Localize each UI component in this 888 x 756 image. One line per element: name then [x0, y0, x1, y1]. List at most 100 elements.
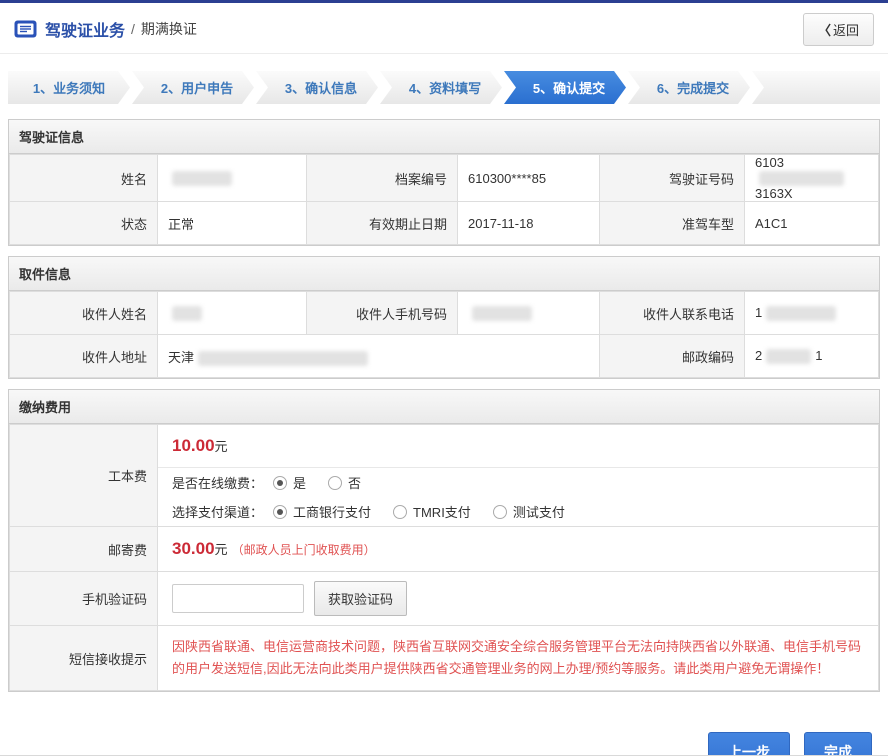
- recipient-mobile-value: [458, 292, 600, 335]
- sms-code-label: 手机验证码: [10, 572, 158, 626]
- table-row: 收件人地址 天津 邮政编码 21: [10, 335, 879, 378]
- radio-selected-icon: [273, 476, 287, 490]
- license-info-table: 姓名 档案编号 610300****85 驾驶证号码 6103 3163X 状态 …: [9, 154, 879, 245]
- sms-tip-label: 短信接收提示: [10, 626, 158, 691]
- table-row: 姓名 档案编号 610300****85 驾驶证号码 6103 3163X: [10, 155, 879, 202]
- mail-fee-amount-row: 30.00元（邮政人员上门收取费用）: [158, 527, 878, 571]
- get-code-button[interactable]: 获取验证码: [314, 581, 407, 616]
- vehicle-class-value: A1C1: [745, 202, 879, 245]
- license-list-icon: [14, 20, 37, 38]
- license-info-section: 驾驶证信息 姓名 档案编号 610300****85 驾驶证号码 6103316…: [8, 119, 880, 246]
- step-1-business-notice: 1、业务须知: [8, 71, 130, 104]
- table-row: 手机验证码 获取验证码: [10, 572, 879, 626]
- postal-code-value: 21: [745, 335, 879, 378]
- back-button[interactable]: 〈返回: [803, 13, 874, 46]
- address-prefix: 天津: [168, 350, 194, 365]
- redacted-value: [172, 306, 202, 321]
- production-fee-label: 工本费: [10, 425, 158, 527]
- payment-fees-section: 缴纳费用 工本费 10.00元 是否在线缴费： 是 否 选择支付渠道： 工商银行…: [8, 389, 880, 692]
- radio-online-no[interactable]: 否: [328, 473, 361, 492]
- table-row: 邮寄费 30.00元（邮政人员上门收取费用）: [10, 527, 879, 572]
- yuan-unit: 元: [215, 439, 228, 454]
- recipient-name-value: [158, 292, 307, 335]
- redacted-value: [198, 351, 368, 366]
- expiry-label: 有效期止日期: [307, 202, 458, 245]
- step-bar-filler: [752, 71, 880, 104]
- status-label: 状态: [10, 202, 158, 245]
- radio-online-yes[interactable]: 是: [273, 473, 306, 492]
- expiry-value: 2017-11-18: [458, 202, 600, 245]
- mail-fee-content: 30.00元（邮政人员上门收取费用）: [158, 527, 879, 572]
- postal-code-label: 邮政编码: [600, 335, 745, 378]
- step-wizard: 1、业务须知 2、用户申告 3、确认信息 4、资料填写 5、确认提交 6、完成提…: [8, 71, 880, 104]
- step-label: 1、业务须知: [33, 78, 105, 97]
- step-label: 6、完成提交: [657, 78, 729, 97]
- redacted-value: [759, 171, 844, 186]
- postal-suffix: 1: [815, 348, 822, 363]
- recipient-address-label: 收件人地址: [10, 335, 158, 378]
- step-label: 5、确认提交: [533, 78, 605, 97]
- radio-label: 否: [348, 473, 361, 492]
- production-fee-amount-row: 10.00元: [158, 425, 878, 468]
- license-number-prefix: 6103: [755, 155, 784, 170]
- step-label: 4、资料填写: [409, 78, 481, 97]
- recipient-phone-label: 收件人联系电话: [600, 292, 745, 335]
- recipient-phone-value: 1: [745, 292, 879, 335]
- radio-label: 测试支付: [513, 502, 565, 521]
- back-button-label: 返回: [833, 23, 859, 38]
- footer-actions: 上一步 完成: [0, 702, 888, 756]
- pickup-info-section: 取件信息 收件人姓名 收件人手机号码 收件人联系电话 1 收件人地址 天津 邮政…: [8, 256, 880, 379]
- previous-step-button[interactable]: 上一步: [708, 732, 790, 756]
- table-row: 短信接收提示 因陕西省联通、电信运营商技术问题，陕西省互联网交通安全综合服务管理…: [10, 626, 879, 691]
- step-label: 3、确认信息: [285, 78, 357, 97]
- radio-unselected-icon: [393, 505, 407, 519]
- finish-button[interactable]: 完成: [804, 732, 872, 756]
- vehicle-class-label: 准驾车型: [600, 202, 745, 245]
- file-number-value: 610300****85: [458, 155, 600, 202]
- breadcrumb-current: 期满换证: [141, 19, 197, 39]
- file-number-label: 档案编号: [307, 155, 458, 202]
- header: 驾驶证业务 / 期满换证 〈返回: [0, 3, 888, 54]
- step-label: 2、用户申告: [161, 78, 233, 97]
- radio-channel-tmri[interactable]: TMRI支付: [393, 502, 471, 521]
- payment-fees-table: 工本费 10.00元 是否在线缴费： 是 否 选择支付渠道： 工商银行支付 TM…: [9, 424, 879, 691]
- sms-tip-content: 因陕西省联通、电信运营商技术问题，陕西省互联网交通安全综合服务管理平台无法向持陕…: [158, 626, 879, 691]
- table-row: 工本费 10.00元 是否在线缴费： 是 否 选择支付渠道： 工商银行支付 TM…: [10, 425, 879, 527]
- radio-unselected-icon: [328, 476, 342, 490]
- table-row: 收件人姓名 收件人手机号码 收件人联系电话 1: [10, 292, 879, 335]
- page: 驾驶证业务 / 期满换证 〈返回 1、业务须知 2、用户申告 3、确认信息 4、…: [0, 0, 888, 756]
- online-pay-label: 是否在线缴费：: [172, 473, 263, 492]
- license-number-suffix: 3163X: [755, 186, 793, 201]
- payment-channel-row: 选择支付渠道： 工商银行支付 TMRI支付 测试支付: [158, 497, 878, 526]
- status-value: 正常: [158, 202, 307, 245]
- radio-label: 工商银行支付: [293, 502, 371, 521]
- online-pay-row: 是否在线缴费： 是 否: [158, 468, 878, 497]
- sms-code-input[interactable]: [172, 584, 304, 613]
- name-label: 姓名: [10, 155, 158, 202]
- radio-label: TMRI支付: [413, 502, 471, 521]
- payment-channel-label: 选择支付渠道：: [172, 502, 263, 521]
- license-number-value: 6103 3163X: [745, 155, 879, 202]
- redacted-value: [766, 349, 811, 364]
- license-number-label: 驾驶证号码: [600, 155, 745, 202]
- production-fee-amount: 10.00: [172, 436, 215, 455]
- breadcrumb-divider: /: [131, 21, 135, 37]
- sms-code-row: 获取验证码: [158, 572, 878, 625]
- section-title: 取件信息: [9, 257, 879, 291]
- yuan-unit: 元: [215, 542, 228, 557]
- recipient-mobile-label: 收件人手机号码: [307, 292, 458, 335]
- table-row: 状态 正常 有效期止日期 2017-11-18 准驾车型 A1C1: [10, 202, 879, 245]
- mail-fee-label: 邮寄费: [10, 527, 158, 572]
- recipient-phone-prefix: 1: [755, 305, 762, 320]
- recipient-address-value: 天津: [158, 335, 600, 378]
- section-title: 缴纳费用: [9, 390, 879, 424]
- radio-label: 是: [293, 473, 306, 492]
- radio-channel-icbc[interactable]: 工商银行支付: [273, 502, 371, 521]
- step-6-complete-submit: 6、完成提交: [628, 71, 750, 104]
- sms-tip-text: 因陕西省联通、电信运营商技术问题，陕西省互联网交通安全综合服务管理平台无法向持陕…: [158, 626, 878, 690]
- radio-channel-test[interactable]: 测试支付: [493, 502, 565, 521]
- step-2-user-declaration: 2、用户申告: [132, 71, 254, 104]
- redacted-value: [766, 306, 836, 321]
- chevron-left-icon: 〈: [818, 23, 831, 38]
- step-3-confirm-info: 3、确认信息: [256, 71, 378, 104]
